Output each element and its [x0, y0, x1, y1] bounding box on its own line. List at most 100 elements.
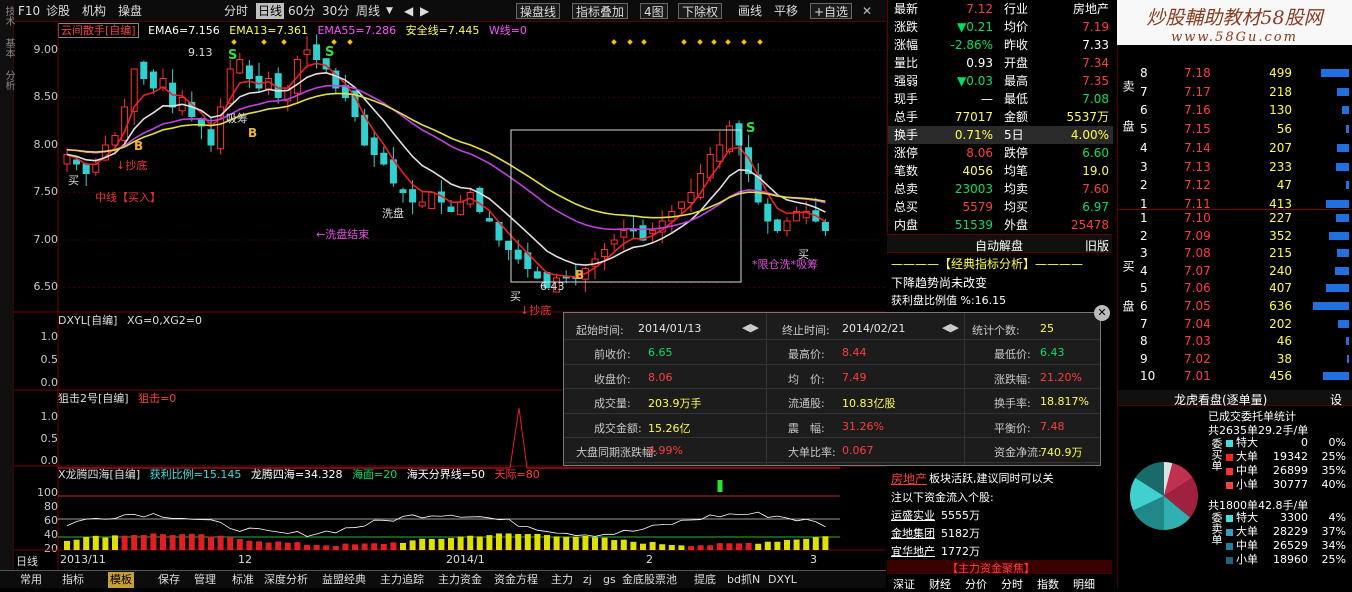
- level-index: 6: [1140, 103, 1148, 118]
- draw-line-button[interactable]: 画线: [738, 3, 762, 19]
- news-tab-3[interactable]: 分时: [1001, 576, 1023, 592]
- institution-button[interactable]: 机构: [82, 3, 106, 19]
- indicator-overlay-button[interactable]: 指标叠加: [572, 3, 629, 19]
- sell-level-row[interactable]: 4 7.14 207: [1118, 140, 1352, 156]
- chevron-left-icon[interactable]: ◀: [404, 3, 413, 19]
- bottombar-item-8[interactable]: 主力追踪: [380, 572, 424, 588]
- quote-value: 7.34: [1082, 56, 1109, 70]
- bottombar-item-4[interactable]: 管理: [194, 572, 216, 588]
- level-volume: 407: [1269, 281, 1292, 296]
- buy-level-row[interactable]: 1 7.10 227: [1118, 210, 1352, 226]
- flow-volume: 0: [1301, 436, 1308, 449]
- pan-button[interactable]: 平移: [774, 3, 798, 19]
- sell-level-row[interactable]: 7 7.17 218: [1118, 84, 1352, 100]
- bottombar-item-0[interactable]: 常用: [20, 572, 42, 588]
- bottombar-item-6[interactable]: 深度分析: [264, 572, 308, 588]
- bottombar-item-7[interactable]: 益盟经典: [322, 572, 366, 588]
- panel3-values: 狙击=0: [138, 392, 177, 405]
- strategy-line-button[interactable]: 操盘线: [516, 3, 561, 19]
- bottombar-item-12[interactable]: zj: [583, 572, 592, 588]
- period-daily[interactable]: 日线: [256, 3, 285, 19]
- chevron-right-icon[interactable]: ▶: [420, 3, 429, 19]
- ex-rights-button[interactable]: 下除权: [678, 3, 723, 19]
- stock-inflow: 5182万: [941, 527, 980, 540]
- buy-level-row[interactable]: 2 7.09 352: [1118, 228, 1352, 244]
- buy-level-row[interactable]: 5 7.06 407: [1118, 280, 1352, 296]
- stock-link[interactable]: 宜华地产: [891, 543, 935, 559]
- period-intraday[interactable]: 分时: [224, 3, 248, 19]
- news-tab-5[interactable]: 明细: [1073, 576, 1095, 592]
- start-time-arrows-icon[interactable]: ◀▶: [742, 321, 759, 334]
- fund-focus-tag[interactable]: 【主力资金聚焦】: [947, 560, 1035, 576]
- buy-level-row[interactable]: 10 7.01 456: [1118, 368, 1352, 384]
- panel2-name[interactable]: DXYL[自编]: [58, 314, 117, 327]
- period-weekly[interactable]: 周线: [356, 3, 380, 19]
- sell-level-row[interactable]: 5 7.15 56: [1118, 121, 1352, 137]
- fund-bar: [400, 542, 406, 550]
- bottombar-item-17[interactable]: DXYL: [768, 572, 797, 588]
- buy-level-row[interactable]: 4 7.07 240: [1118, 263, 1352, 279]
- sell-level-row[interactable]: 2 7.12 47: [1118, 177, 1352, 193]
- bottombar-item-3[interactable]: 保存: [158, 572, 180, 588]
- buy-level-row[interactable]: 7 7.04 202: [1118, 316, 1352, 332]
- sector-link[interactable]: 房地产: [891, 470, 927, 487]
- sell-level-row[interactable]: 3 7.13 233: [1118, 159, 1352, 175]
- start-time-value: 2014/01/13: [638, 322, 702, 335]
- add-favorite-button[interactable]: +自选: [810, 3, 853, 19]
- mid-term-buy-label: 中线【买入】: [95, 191, 161, 204]
- bottombar-item-11[interactable]: 主力: [551, 572, 573, 588]
- quote-label: 均笔: [1004, 164, 1029, 178]
- order-book: 卖盘 买盘 8 7.18 499 7 7.17 218 6 7.16 130 5 7.15 56 4 7.…: [1117, 45, 1352, 390]
- bottombar-item-1[interactable]: 指标: [62, 572, 84, 588]
- date-axis-period[interactable]: 日线: [16, 553, 38, 569]
- popup-stat-value: 7.49: [842, 370, 867, 384]
- stock-link[interactable]: 运盛实业: [891, 507, 935, 523]
- bottombar-item-16[interactable]: bd抓N: [727, 572, 760, 588]
- fund-bar: [736, 543, 742, 550]
- news-tab-0[interactable]: 深证: [893, 576, 915, 592]
- panel4-name[interactable]: X龙腾四海[自编]: [58, 468, 140, 481]
- buy-level-row[interactable]: 6 7.05 636: [1118, 298, 1352, 314]
- news-tab-2[interactable]: 分价: [965, 576, 987, 592]
- left-side-tabs[interactable]: 技术 基本 分析: [0, 0, 14, 570]
- popup-stat-value: 6.65: [648, 346, 673, 359]
- kline-chart[interactable]: [14, 22, 886, 570]
- bottombar-item-14[interactable]: 金底股票池: [622, 572, 677, 588]
- chevron-down-icon[interactable]: ▼: [386, 3, 393, 19]
- trade-button[interactable]: 操盘: [118, 3, 142, 19]
- news-tab-4[interactable]: 指数: [1037, 576, 1059, 592]
- stock-link[interactable]: 金地集团: [891, 525, 935, 541]
- buy-level-row[interactable]: 3 7.08 215: [1118, 245, 1352, 261]
- popup-stat-label: 资金净流:: [994, 446, 1042, 459]
- fund-bar: [678, 545, 685, 550]
- auto-analysis-panel: 自动解盘 旧版 ————【经典指标分析】———— 下降趋势尚未改变 获利盘比例值…: [887, 234, 1112, 312]
- quote-label: 昨收: [1004, 38, 1029, 52]
- diagnose-button[interactable]: 诊股: [46, 3, 70, 19]
- bottombar-item-10[interactable]: 资金方程: [494, 572, 538, 588]
- bottombar-item-9[interactable]: 主力资金: [438, 572, 482, 588]
- buy-level-row[interactable]: 8 7.03 46: [1118, 333, 1352, 349]
- settings-tab[interactable]: 设: [1330, 391, 1342, 408]
- buy-side-label: 委买单: [1210, 438, 1223, 471]
- four-chart-button[interactable]: 4图: [640, 3, 668, 19]
- period-60min[interactable]: 60分: [288, 3, 315, 19]
- legend-swatch: [1226, 468, 1233, 475]
- level-volume: 47: [1276, 178, 1292, 193]
- bottombar-item-15[interactable]: 提底: [694, 572, 716, 588]
- bottombar-item-13[interactable]: gs: [603, 572, 616, 588]
- sell-level-row[interactable]: 6 7.16 130: [1118, 102, 1352, 118]
- sell-level-row[interactable]: 8 7.18 499: [1118, 65, 1352, 81]
- flow-type: 大单: [1236, 450, 1258, 463]
- buy-level-row[interactable]: 9 7.02 38: [1118, 351, 1352, 367]
- news-tab-1[interactable]: 财经: [929, 576, 951, 592]
- old-version-tab[interactable]: 旧版: [1085, 237, 1109, 254]
- panel3-name[interactable]: 狙击2号[自编]: [58, 392, 129, 405]
- period-30min[interactable]: 30分: [322, 3, 349, 19]
- end-time-arrows-icon[interactable]: ◀▶: [942, 321, 959, 334]
- f10-button[interactable]: F10: [18, 3, 40, 19]
- candle-body: [533, 271, 541, 279]
- bottombar-item-5[interactable]: 标准: [232, 572, 254, 588]
- flow-type: 中单: [1236, 539, 1258, 552]
- close-icon[interactable]: ✕: [862, 3, 872, 19]
- bottombar-item-2[interactable]: 模板: [108, 572, 134, 588]
